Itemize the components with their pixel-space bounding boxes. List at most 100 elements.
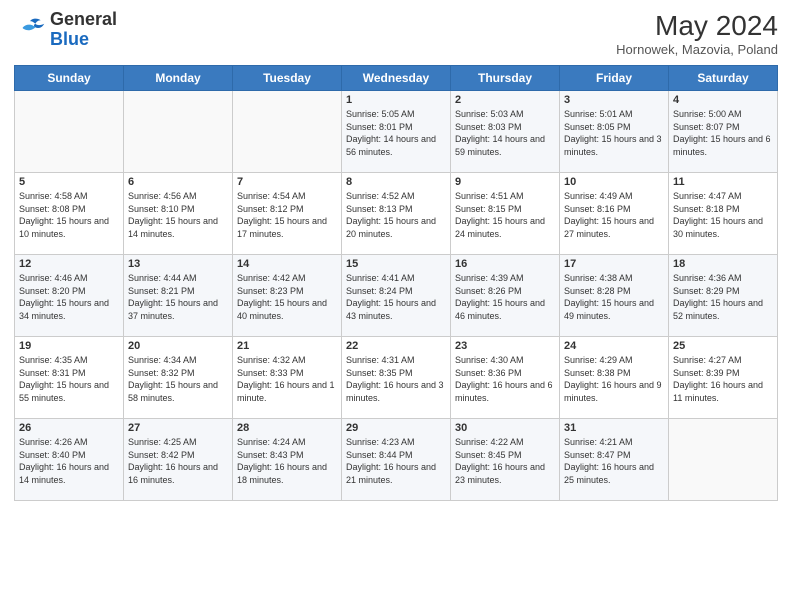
day-number: 21: [237, 340, 337, 352]
cell-info: Sunrise: 4:54 AM Sunset: 8:12 PM Dayligh…: [237, 190, 337, 240]
calendar-cell: 19 Sunrise: 4:35 AM Sunset: 8:31 PM Dayli…: [15, 337, 124, 419]
day-number: 9: [455, 176, 555, 188]
cell-info: Sunrise: 5:03 AM Sunset: 8:03 PM Dayligh…: [455, 108, 555, 158]
title-block: May 2024 Hornowek, Mazovia, Poland: [616, 10, 778, 57]
cell-info: Sunrise: 4:42 AM Sunset: 8:23 PM Dayligh…: [237, 272, 337, 322]
day-number: 1: [346, 94, 446, 106]
calendar-cell: 15 Sunrise: 4:41 AM Sunset: 8:24 PM Dayli…: [342, 255, 451, 337]
day-number: 13: [128, 258, 228, 270]
cell-info: Sunrise: 4:26 AM Sunset: 8:40 PM Dayligh…: [19, 436, 119, 486]
day-number: 30: [455, 422, 555, 434]
day-number: 16: [455, 258, 555, 270]
calendar-cell: 1 Sunrise: 5:05 AM Sunset: 8:01 PM Daylig…: [342, 91, 451, 173]
day-number: 15: [346, 258, 446, 270]
logo-general: General: [50, 9, 117, 29]
cell-info: Sunrise: 4:34 AM Sunset: 8:32 PM Dayligh…: [128, 354, 228, 404]
cell-info: Sunrise: 4:27 AM Sunset: 8:39 PM Dayligh…: [673, 354, 773, 404]
calendar-cell: 27 Sunrise: 4:25 AM Sunset: 8:42 PM Dayli…: [124, 419, 233, 501]
day-number: 3: [564, 94, 664, 106]
cell-info: Sunrise: 4:32 AM Sunset: 8:33 PM Dayligh…: [237, 354, 337, 404]
weekday-header-friday: Friday: [560, 66, 669, 91]
month-year: May 2024: [616, 10, 778, 42]
cell-info: Sunrise: 5:05 AM Sunset: 8:01 PM Dayligh…: [346, 108, 446, 158]
page: General Blue May 2024 Hornowek, Mazovia,…: [0, 0, 792, 612]
day-number: 8: [346, 176, 446, 188]
cell-info: Sunrise: 4:47 AM Sunset: 8:18 PM Dayligh…: [673, 190, 773, 240]
calendar-cell: 22Sunrise: 4:31 AM Sunset: 8:35 PM Dayli…: [342, 337, 451, 419]
cell-info: Sunrise: 4:49 AM Sunset: 8:16 PM Dayligh…: [564, 190, 664, 240]
cell-info: Sunrise: 4:22 AM Sunset: 8:45 PM Dayligh…: [455, 436, 555, 486]
week-row-4: 19 Sunrise: 4:35 AM Sunset: 8:31 PM Dayli…: [15, 337, 778, 419]
day-number: 11: [673, 176, 773, 188]
logo-text: General Blue: [50, 10, 117, 50]
calendar-cell: 5 Sunrise: 4:58 AM Sunset: 8:08 PM Daylig…: [15, 173, 124, 255]
day-number: 10: [564, 176, 664, 188]
cell-info: Sunrise: 4:56 AM Sunset: 8:10 PM Dayligh…: [128, 190, 228, 240]
calendar-table: SundayMondayTuesdayWednesdayThursdayFrid…: [14, 65, 778, 501]
day-number: 24: [564, 340, 664, 352]
cell-info: Sunrise: 4:44 AM Sunset: 8:21 PM Dayligh…: [128, 272, 228, 322]
calendar-cell: 18 Sunrise: 4:36 AM Sunset: 8:29 PM Dayli…: [669, 255, 778, 337]
calendar-cell: [15, 91, 124, 173]
calendar-cell: 21 Sunrise: 4:32 AM Sunset: 8:33 PM Dayli…: [233, 337, 342, 419]
weekday-header-saturday: Saturday: [669, 66, 778, 91]
calendar-cell: 8 Sunrise: 4:52 AM Sunset: 8:13 PM Daylig…: [342, 173, 451, 255]
location: Hornowek, Mazovia, Poland: [616, 42, 778, 57]
day-number: 14: [237, 258, 337, 270]
calendar-cell: 14 Sunrise: 4:42 AM Sunset: 8:23 PM Dayli…: [233, 255, 342, 337]
header: General Blue May 2024 Hornowek, Mazovia,…: [14, 10, 778, 57]
cell-info: Sunrise: 4:39 AM Sunset: 8:26 PM Dayligh…: [455, 272, 555, 322]
day-number: 22: [346, 340, 446, 352]
day-number: 4: [673, 94, 773, 106]
day-number: 29: [346, 422, 446, 434]
cell-info: Sunrise: 4:58 AM Sunset: 8:08 PM Dayligh…: [19, 190, 119, 240]
cell-info: Sunrise: 4:36 AM Sunset: 8:29 PM Dayligh…: [673, 272, 773, 322]
weekday-header-thursday: Thursday: [451, 66, 560, 91]
cell-info: Sunrise: 4:41 AM Sunset: 8:24 PM Dayligh…: [346, 272, 446, 322]
cell-info: Sunrise: 4:21 AM Sunset: 8:47 PM Dayligh…: [564, 436, 664, 486]
calendar-cell: [233, 91, 342, 173]
cell-info: Sunrise: 4:29 AM Sunset: 8:38 PM Dayligh…: [564, 354, 664, 404]
day-number: 2: [455, 94, 555, 106]
day-number: 25: [673, 340, 773, 352]
logo-blue: Blue: [50, 29, 89, 49]
calendar-cell: 6 Sunrise: 4:56 AM Sunset: 8:10 PM Daylig…: [124, 173, 233, 255]
weekday-header-wednesday: Wednesday: [342, 66, 451, 91]
cell-info: Sunrise: 5:00 AM Sunset: 8:07 PM Dayligh…: [673, 108, 773, 158]
calendar-cell: 2 Sunrise: 5:03 AM Sunset: 8:03 PM Daylig…: [451, 91, 560, 173]
day-number: 17: [564, 258, 664, 270]
day-number: 19: [19, 340, 119, 352]
calendar-cell: 17 Sunrise: 4:38 AM Sunset: 8:28 PM Dayli…: [560, 255, 669, 337]
calendar-cell: 25 Sunrise: 4:27 AM Sunset: 8:39 PM Dayli…: [669, 337, 778, 419]
cell-info: Sunrise: 4:24 AM Sunset: 8:43 PM Dayligh…: [237, 436, 337, 486]
cell-info: Sunrise: 4:38 AM Sunset: 8:28 PM Dayligh…: [564, 272, 664, 322]
day-number: 18: [673, 258, 773, 270]
cell-info: Sunrise: 4:35 AM Sunset: 8:31 PM Dayligh…: [19, 354, 119, 404]
calendar-cell: 11 Sunrise: 4:47 AM Sunset: 8:18 PM Dayli…: [669, 173, 778, 255]
cell-info: Sunrise: 4:25 AM Sunset: 8:42 PM Dayligh…: [128, 436, 228, 486]
day-number: 5: [19, 176, 119, 188]
calendar-cell: 12Sunrise: 4:46 AM Sunset: 8:20 PM Dayli…: [15, 255, 124, 337]
cell-info: Sunrise: 4:51 AM Sunset: 8:15 PM Dayligh…: [455, 190, 555, 240]
calendar-cell: 23 Sunrise: 4:30 AM Sunset: 8:36 PM Dayli…: [451, 337, 560, 419]
calendar-cell: 29Sunrise: 4:23 AM Sunset: 8:44 PM Dayli…: [342, 419, 451, 501]
day-number: 6: [128, 176, 228, 188]
calendar-cell: 24 Sunrise: 4:29 AM Sunset: 8:38 PM Dayli…: [560, 337, 669, 419]
weekday-header-tuesday: Tuesday: [233, 66, 342, 91]
week-row-3: 12Sunrise: 4:46 AM Sunset: 8:20 PM Dayli…: [15, 255, 778, 337]
calendar-cell: 28 Sunrise: 4:24 AM Sunset: 8:43 PM Dayli…: [233, 419, 342, 501]
day-number: 28: [237, 422, 337, 434]
day-number: 23: [455, 340, 555, 352]
day-number: 27: [128, 422, 228, 434]
day-number: 26: [19, 422, 119, 434]
calendar-cell: [669, 419, 778, 501]
cell-info: Sunrise: 4:52 AM Sunset: 8:13 PM Dayligh…: [346, 190, 446, 240]
calendar-cell: 16 Sunrise: 4:39 AM Sunset: 8:26 PM Dayli…: [451, 255, 560, 337]
calendar-cell: 4 Sunrise: 5:00 AM Sunset: 8:07 PM Daylig…: [669, 91, 778, 173]
day-number: 7: [237, 176, 337, 188]
day-number: 20: [128, 340, 228, 352]
logo-bird-icon: [14, 16, 46, 44]
calendar-cell: 10 Sunrise: 4:49 AM Sunset: 8:16 PM Dayli…: [560, 173, 669, 255]
logo: General Blue: [14, 10, 117, 50]
cell-info: Sunrise: 4:30 AM Sunset: 8:36 PM Dayligh…: [455, 354, 555, 404]
